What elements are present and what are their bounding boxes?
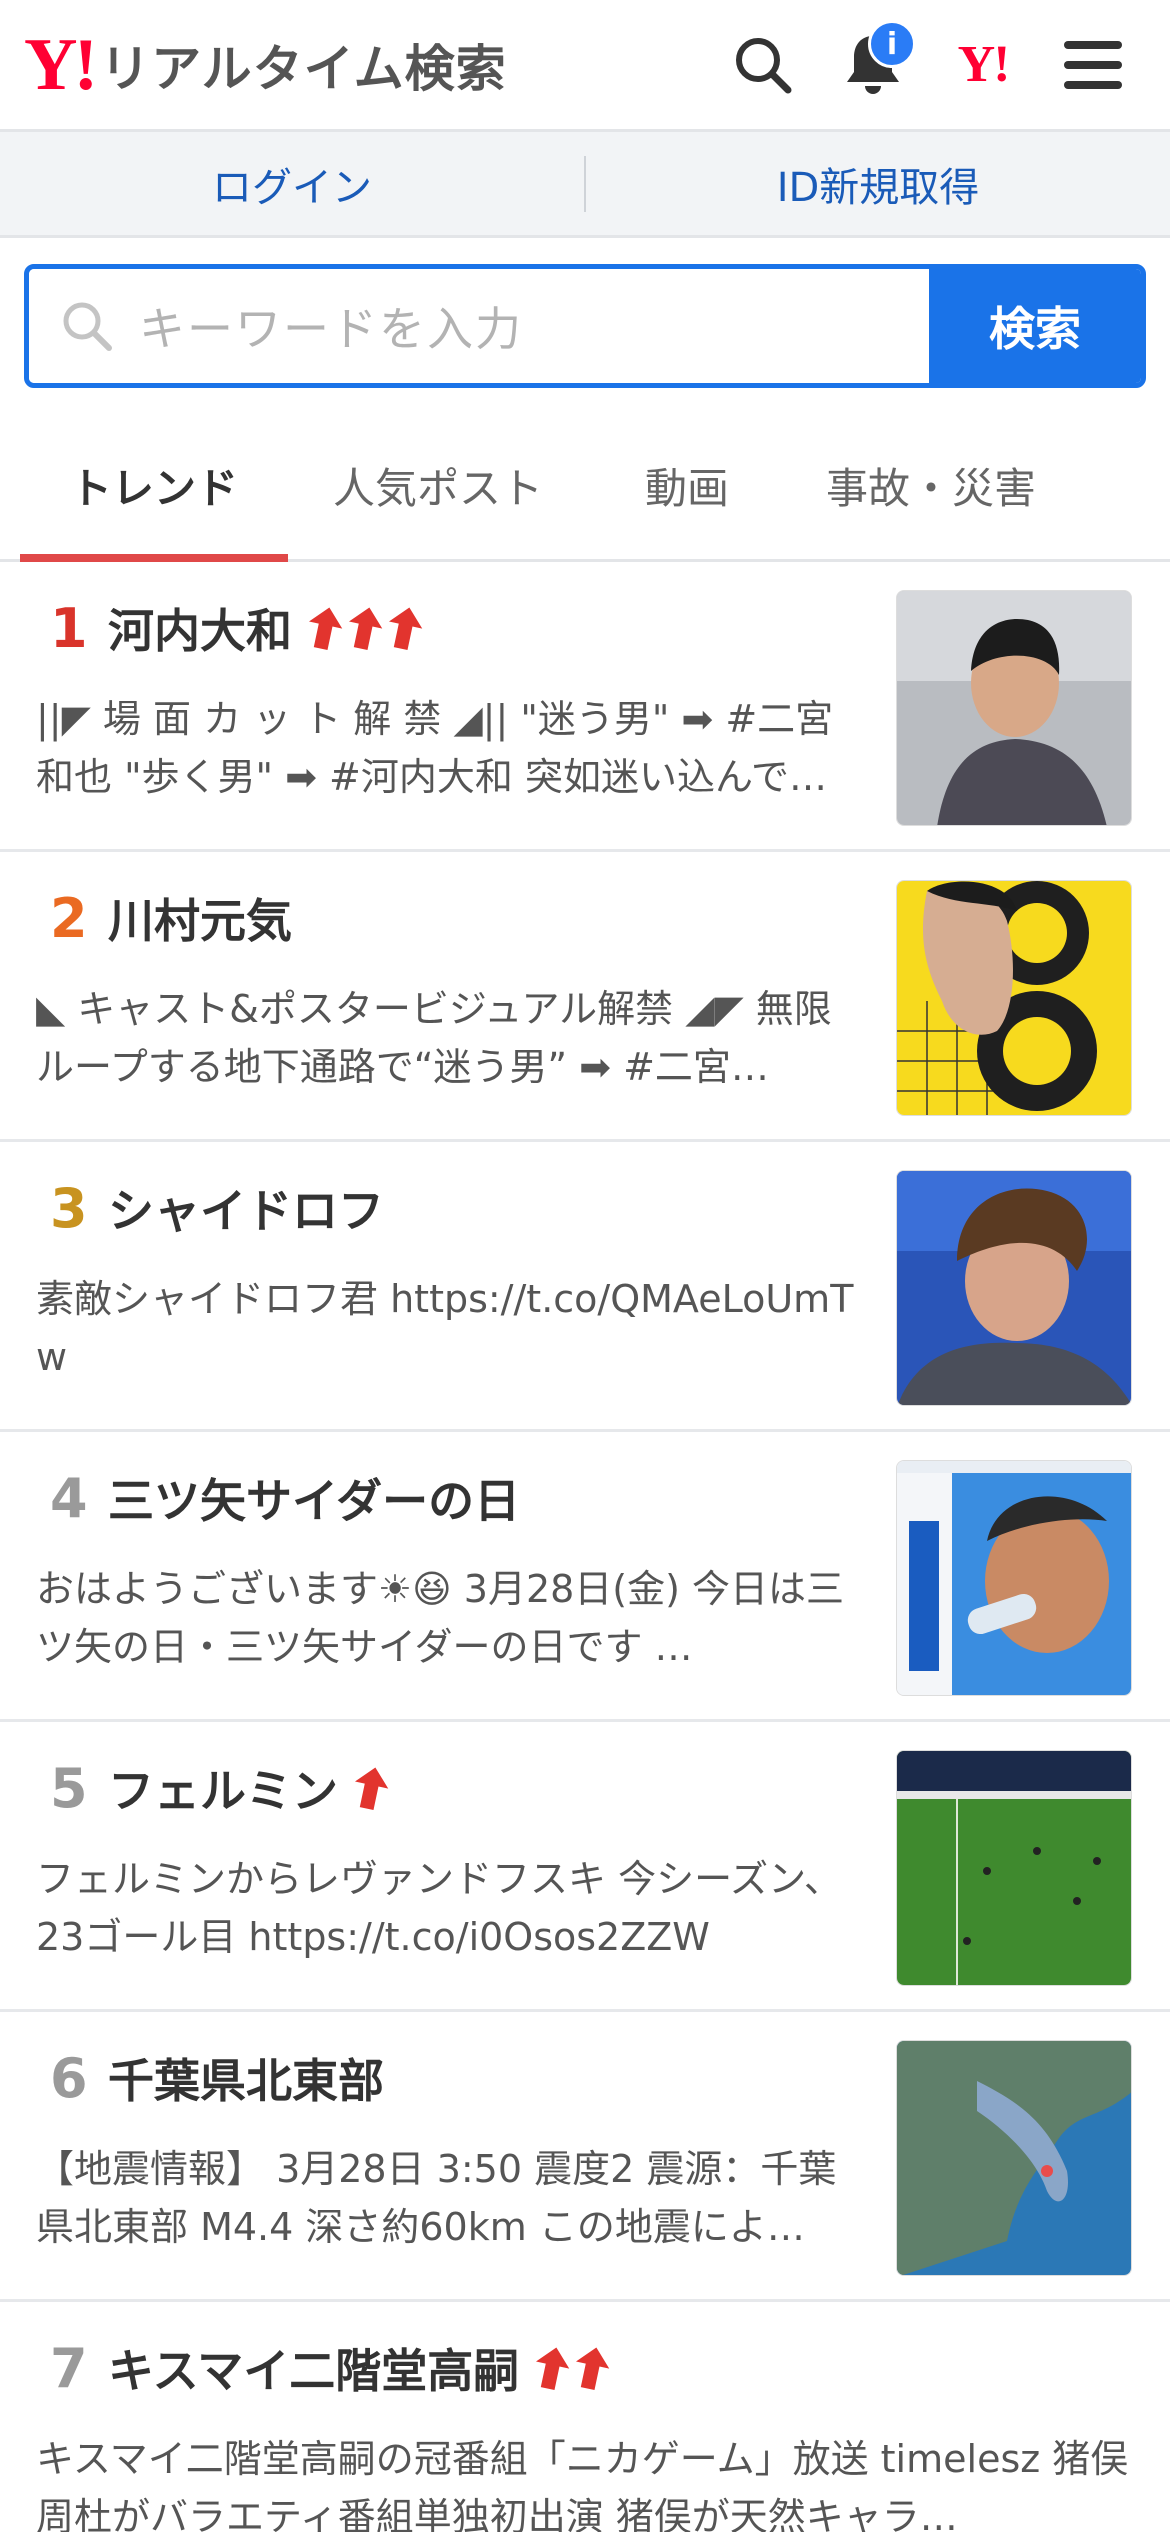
trend-description: ◣ キャスト&ポスタービジュアル解禁 ◢◤ 無限ループする地下通路で“迷う男” …	[36, 987, 832, 1089]
yahoo-small-logo: Y!	[957, 36, 1011, 93]
trend-title: フェルミン	[108, 1764, 338, 1818]
search-input[interactable]: キーワードを入力	[29, 269, 929, 383]
hamburger-menu-icon	[1064, 40, 1122, 89]
rising-arrows	[306, 605, 424, 651]
signup-link[interactable]: ID新規取得	[586, 155, 1170, 213]
yahoo-home-button[interactable]: Y!	[928, 0, 1038, 129]
search-icon	[63, 302, 112, 351]
trend-title: キスマイ二階堂高嗣	[108, 2344, 520, 2398]
trend-title: 川村元気	[108, 894, 292, 948]
notification-badge: i	[868, 20, 916, 68]
trend-item[interactable]: 6 千葉県北東部 【地震情報】 3月28日 3:50 震度2 震源：千葉県北東部…	[0, 2012, 1170, 2302]
rank-number: 7	[50, 2336, 88, 2400]
search-placeholder: キーワードを入力	[139, 302, 523, 356]
trend-item[interactable]: 7 キスマイ二階堂高嗣 キスマイ二階堂高嗣の冠番組「ニカゲーム」放送 timel…	[0, 2302, 1170, 2532]
category-tabs: トレンド 人気ポスト 動画 事故・災害	[0, 412, 1170, 562]
trend-description: 【地震情報】 3月28日 3:50 震度2 震源：千葉県北東部 M4.4 深さ約…	[36, 2147, 837, 2249]
menu-button[interactable]	[1038, 0, 1148, 129]
up-arrow-icon	[388, 607, 423, 650]
trend-title: 三ツ矢サイダーの日	[108, 1474, 521, 1528]
login-link[interactable]: ログイン	[0, 155, 584, 213]
up-arrow-icon	[536, 2347, 570, 2390]
search-icon	[736, 37, 792, 93]
trend-title: シャイドロフ	[108, 1184, 384, 1238]
tab-videos[interactable]: 動画	[588, 412, 786, 559]
trend-description: おはようございます☀😆 3月28日(金) 今日は三ツ矢の日・三ツ矢サイダーの日で…	[36, 1567, 845, 1669]
trend-thumbnail	[896, 1170, 1132, 1406]
trend-thumbnail	[896, 880, 1132, 1116]
trend-item[interactable]: 3 シャイドロフ 素敵シャイドロフ君 https://t.co/QMAeLoUm…	[0, 1142, 1170, 1432]
page-title: リアルタイム検索	[100, 39, 507, 98]
trend-item[interactable]: 2 川村元気 ◣ キャスト&ポスタービジュアル解禁 ◢◤ 無限ループする地下通路…	[0, 852, 1170, 1142]
up-arrow-icon	[354, 1767, 389, 1810]
app-header: Y! リアルタイム検索 i Y!	[0, 0, 1170, 132]
up-arrow-icon	[348, 607, 383, 650]
yahoo-logo: Y!	[24, 23, 98, 106]
up-arrow-icon	[308, 607, 343, 650]
tab-accidents-disasters[interactable]: 事故・災害	[786, 412, 1076, 559]
rising-arrows	[533, 2345, 611, 2391]
trend-description: 素敵シャイドロフ君 https://t.co/QMAeLoUmTw	[36, 1277, 854, 1379]
rank-number: 5	[50, 1756, 88, 1820]
trend-description: フェルミンからレヴァンドフスキ 今シーズン、23ゴール目 https://t.c…	[36, 1857, 842, 1959]
rank-number: 3	[50, 1176, 88, 1240]
notification-button[interactable]: i	[818, 0, 928, 129]
rising-arrows	[352, 1765, 390, 1811]
account-bar: ログイン ID新規取得	[0, 132, 1170, 238]
brand[interactable]: Y! リアルタイム検索	[24, 0, 507, 129]
search-form: キーワードを入力 検索	[24, 264, 1146, 388]
trend-title: 河内大和	[108, 604, 292, 658]
search-submit-button[interactable]: 検索	[929, 269, 1141, 383]
trend-title: 千葉県北東部	[108, 2054, 384, 2108]
rank-number: 1	[50, 596, 88, 660]
trend-thumbnail	[896, 2040, 1132, 2276]
tab-trend[interactable]: トレンド	[20, 412, 288, 562]
trend-thumbnail	[896, 1460, 1132, 1696]
trend-item[interactable]: 5 フェルミン フェルミンからレヴァンドフスキ 今シーズン、23ゴール目 htt…	[0, 1722, 1170, 2012]
trend-item[interactable]: 4 三ツ矢サイダーの日 おはようございます☀😆 3月28日(金) 今日は三ツ矢の…	[0, 1432, 1170, 1722]
trend-item[interactable]: 1 河内大和 ||◤ 場 面 カ ッ ト 解 禁 ◢|| "迷う男" ➡ #二宮…	[0, 562, 1170, 852]
trend-list: 1 河内大和 ||◤ 場 面 カ ッ ト 解 禁 ◢|| "迷う男" ➡ #二宮…	[0, 562, 1170, 2532]
rank-number: 6	[50, 2046, 88, 2110]
trend-thumbnail	[896, 1750, 1132, 1986]
search-button[interactable]	[708, 0, 818, 129]
tab-popular-posts[interactable]: 人気ポスト	[288, 412, 588, 559]
rank-number: 4	[50, 1466, 88, 1530]
trend-description: キスマイ二階堂高嗣の冠番組「ニカゲーム」放送 timelesz 猪俣周杜がバラエ…	[36, 2437, 1129, 2532]
up-arrow-icon	[576, 2347, 610, 2390]
rank-number: 2	[50, 886, 88, 950]
trend-description: ||◤ 場 面 カ ッ ト 解 禁 ◢|| "迷う男" ➡ #二宮和也 "歩く男…	[36, 697, 834, 799]
trend-thumbnail	[896, 590, 1132, 826]
